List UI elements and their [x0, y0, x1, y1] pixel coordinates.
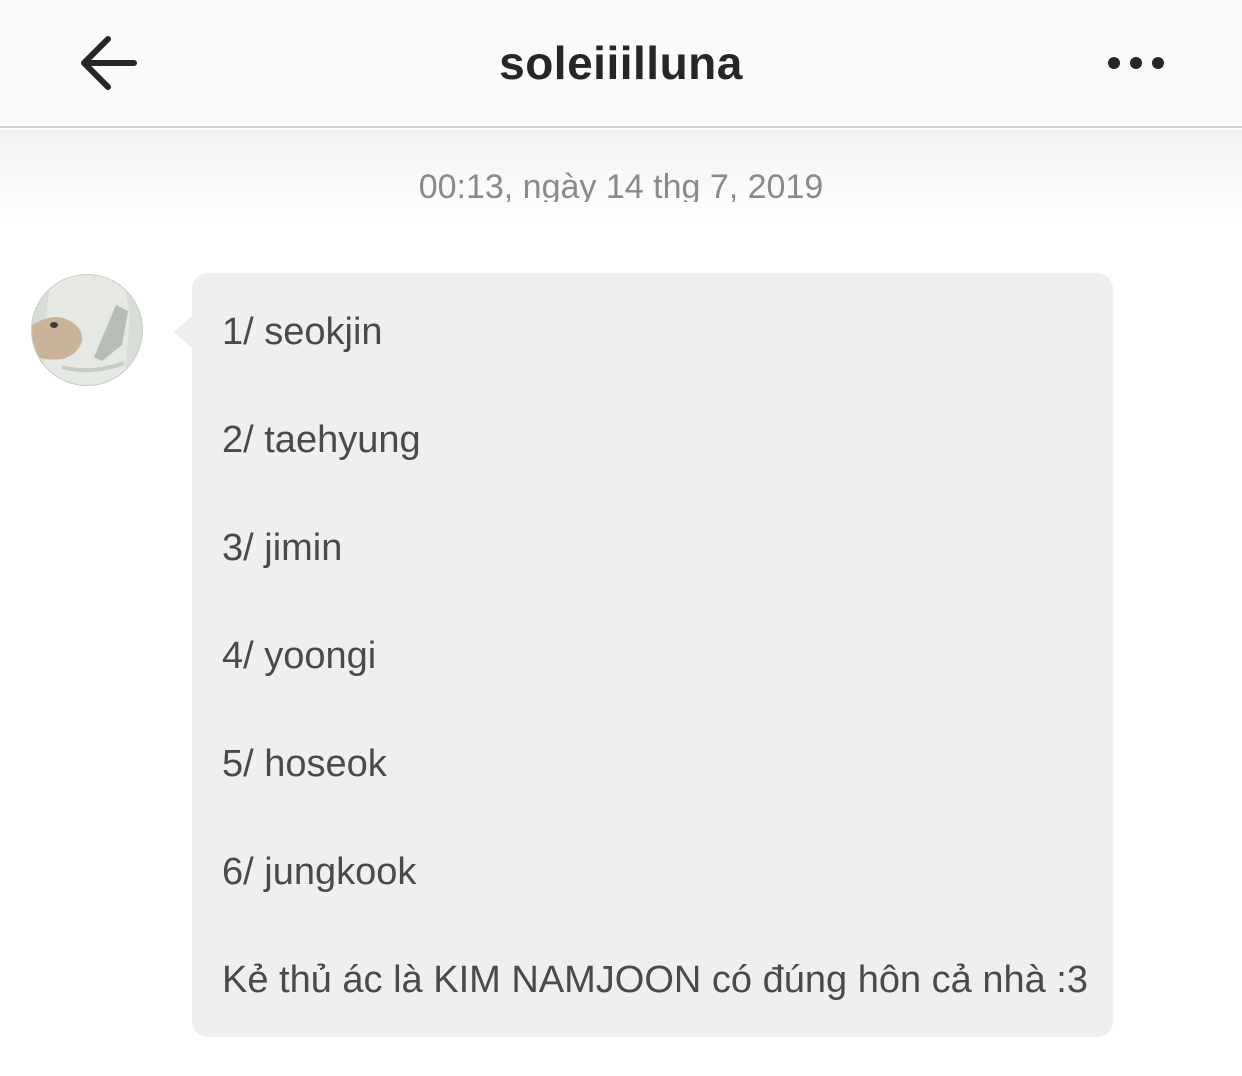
- message-line-4: 4/ yoongi: [222, 635, 377, 677]
- message-timestamp: 00:13, ngày 14 thg 7, 2019: [418, 168, 824, 202]
- message-line-5: 5/ hoseok: [222, 743, 387, 785]
- message-line-1: 1/ seokjin: [222, 311, 383, 353]
- more-horizontal-icon: [1108, 57, 1164, 69]
- more-options-button[interactable]: [1104, 40, 1168, 86]
- conversation-title[interactable]: soleiiilluna: [0, 36, 1242, 90]
- top-bar: soleiiilluna: [0, 0, 1242, 128]
- sender-avatar[interactable]: [31, 274, 143, 386]
- bubble-tail: [174, 314, 194, 350]
- message-line-2: 2/ taehyung: [222, 419, 421, 461]
- message-line-6: 6/ jungkook: [222, 851, 417, 893]
- user-avatar: [32, 275, 142, 385]
- message-line-7: Kẻ thủ ác là KIM NAMJOON có đúng hôn cả …: [222, 959, 1089, 1001]
- message-line-3: 3/ jimin: [222, 527, 343, 569]
